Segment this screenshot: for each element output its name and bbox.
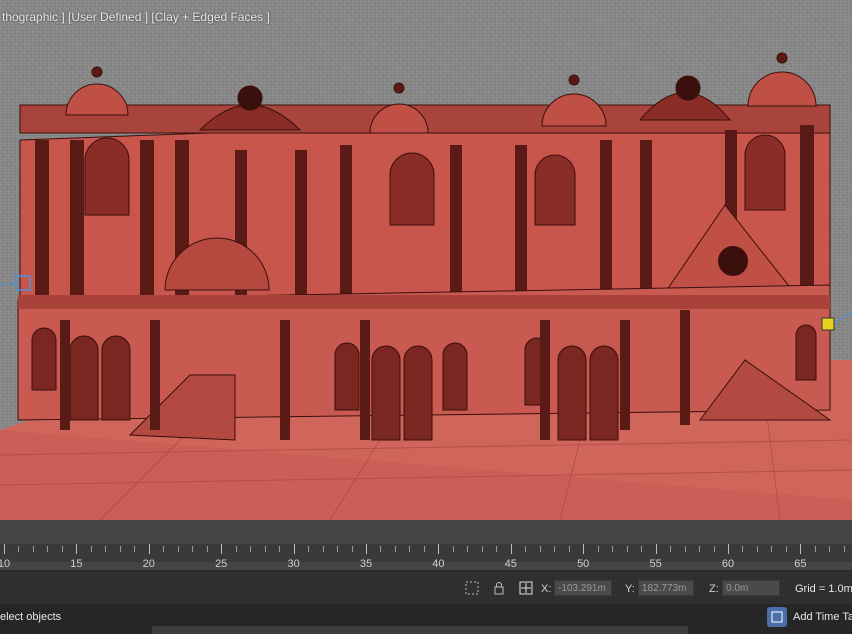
timeline-minor-tick <box>105 546 107 552</box>
y-coordinate-field[interactable]: 182.773m <box>638 580 694 596</box>
timeline[interactable]: 10 15 20 25 30 35 40 45 50 55 60 65 <box>0 520 852 570</box>
viewport[interactable]: thographic ] [User Defined ] [Clay + Edg… <box>0 0 852 520</box>
timeline-major-tick <box>800 544 802 554</box>
isolate-selection-icon[interactable] <box>464 580 480 596</box>
timeline-tick-label: 30 <box>287 558 300 570</box>
timeline-major-tick <box>293 544 295 554</box>
timeline-tick-label: 60 <box>721 558 735 570</box>
timeline-major-tick <box>438 544 440 554</box>
timeline-minor-tick <box>32 546 34 552</box>
timeline-minor-tick <box>206 546 208 552</box>
timeline-major-tick <box>366 544 367 554</box>
timeline-minor-tick <box>684 546 686 552</box>
add-time-tag-button[interactable]: Add Time Ta <box>767 606 852 628</box>
timeline-minor-tick <box>47 546 49 552</box>
timeline-minor-tick <box>192 546 194 552</box>
timeline-minor-tick <box>756 546 758 552</box>
timeline-minor-tick <box>264 546 266 552</box>
timeline-minor-tick <box>771 546 773 552</box>
timeline-minor-tick <box>699 546 701 552</box>
timeline-minor-tick <box>134 546 136 552</box>
z-label: Z: <box>709 583 719 595</box>
timeline-minor-tick <box>322 546 324 552</box>
timeline-minor-tick <box>423 546 425 552</box>
timeline-minor-tick <box>61 546 63 552</box>
status-bar: X: -103.291m Y: 182.773m Z: 0.0m Grid = … <box>0 572 852 604</box>
timeline-minor-tick <box>843 546 845 552</box>
timeline-tick-label: 45 <box>504 558 517 570</box>
add-time-tag-label: Add Time Ta <box>793 611 852 623</box>
timeline-tick-label: 55 <box>649 558 662 570</box>
prompt-line: elect objects <box>0 611 62 623</box>
timeline-minor-tick <box>785 546 787 552</box>
timeline-minor-tick <box>481 546 483 552</box>
timeline-tick-label: 40 <box>432 558 445 570</box>
timeline-minor-tick <box>90 546 92 552</box>
y-label: Y: <box>625 583 635 595</box>
viewport-label[interactable]: thographic ] [User Defined ] [Clay + Edg… <box>2 10 270 24</box>
timeline-tick-label: 35 <box>359 558 373 570</box>
timeline-tick-label: 15 <box>70 558 83 570</box>
timeline-minor-tick <box>467 546 469 552</box>
timeline-major-tick <box>76 544 78 554</box>
timeline-major-tick <box>728 544 729 554</box>
timeline-minor-tick <box>337 546 339 552</box>
z-coordinate-field[interactable]: 0.0m <box>722 580 780 596</box>
timeline-major-tick <box>148 544 150 554</box>
timeline-major-tick <box>510 544 512 554</box>
timeline-minor-tick <box>568 546 570 552</box>
timeline-minor-tick <box>279 546 281 552</box>
absolute-mode-icon[interactable] <box>518 580 534 596</box>
timeline-minor-tick <box>18 546 20 552</box>
timeline-minor-tick <box>250 546 252 552</box>
scene-render <box>0 52 852 520</box>
timeline-minor-tick <box>539 546 541 552</box>
time-tag-icon <box>767 607 787 627</box>
x-coordinate-field[interactable]: -103.291m <box>554 580 612 596</box>
timeline-minor-tick <box>612 546 614 552</box>
lock-icon[interactable] <box>491 580 507 596</box>
timeline-minor-tick <box>351 546 353 552</box>
timeline-minor-tick <box>496 546 498 552</box>
timeline-minor-tick <box>713 546 715 552</box>
floor-slab <box>18 295 830 309</box>
timeline-minor-tick <box>829 546 831 552</box>
pediment-window <box>718 246 748 276</box>
timeline-minor-tick <box>626 546 628 552</box>
timeline-tick-label: 20 <box>142 558 155 570</box>
timeline-minor-tick <box>670 546 672 552</box>
timeline-minor-tick <box>554 546 556 552</box>
timeline-tick-label: 50 <box>577 558 590 570</box>
timeline-minor-tick <box>597 546 599 552</box>
timeline-minor-tick <box>394 546 396 552</box>
x-label: X: <box>541 583 552 595</box>
timeline-tick-label: 65 <box>794 558 807 570</box>
timeline-minor-tick <box>742 546 744 552</box>
grid-size: Grid = 1.0m <box>795 583 852 595</box>
timeline-minor-tick <box>452 546 454 552</box>
timeline-tick-label: 10 <box>0 558 11 570</box>
timeline-major-tick <box>221 544 223 554</box>
timeline-minor-tick <box>409 546 411 552</box>
timeline-minor-tick <box>235 546 237 552</box>
timeline-minor-tick <box>119 546 121 552</box>
timeline-tick-label: 25 <box>215 558 228 570</box>
timeline-minor-tick <box>641 546 643 552</box>
timeline-minor-tick <box>814 546 816 552</box>
timeline-minor-tick <box>163 546 165 552</box>
timeline-major-tick <box>4 544 5 554</box>
timeline-major-tick <box>655 544 657 554</box>
timeline-minor-tick <box>525 546 527 552</box>
timeline-minor-tick <box>380 546 382 552</box>
scroll-strip[interactable] <box>152 626 688 634</box>
timeline-minor-tick <box>308 546 310 552</box>
timeline-minor-tick <box>177 546 179 552</box>
timeline-major-tick <box>583 544 585 554</box>
